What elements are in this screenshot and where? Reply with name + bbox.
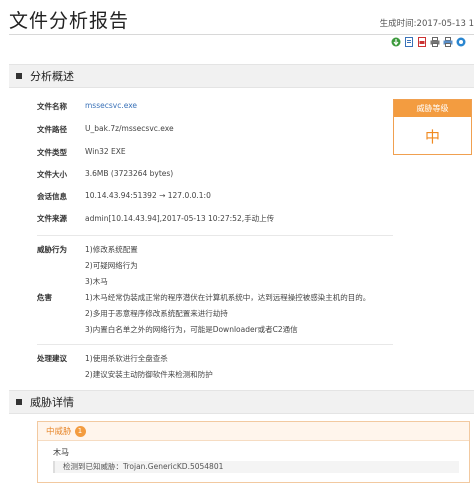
behavior-item: 3)木马 [85,277,108,286]
report-header: 文件分析报告 生成时间:2017-05-13 12:27: [0,0,474,36]
harm-label: 危害 [37,293,52,302]
source-label: 文件来源 [37,214,67,223]
print-icon[interactable] [443,37,453,47]
threat-group-label: 中威胁 [46,427,72,437]
overview-section-header[interactable]: 分析概述 [9,64,474,88]
print-icon[interactable] [430,37,440,47]
threat-group-header[interactable]: 中威胁 1 [38,422,469,441]
source-value: admin[10.14.43.94],2017-05-13 10:27:52,手… [85,214,275,223]
divider [37,344,393,345]
threat-count-badge: 1 [74,425,86,437]
file-name-link[interactable]: mssecsvc.exe [85,101,137,110]
harm-item: 1)木马经常伪装成正常的程序潜伏在计算机系统中，达到远程操控被感染主机的目的。 [85,293,371,302]
file-type-label: 文件类型 [37,148,67,157]
harm-item: 2)多用于恶意程序修改系统配置来进行劫持 [85,309,228,318]
advice-item: 1)使用杀软进行全盘查杀 [85,354,168,363]
threat-group-panel: 中威胁 1 木马 检测到已知威胁：Trojan.GenericKD.505480… [37,421,470,483]
session-value: 10.14.43.94:51392 → 127.0.0.1:0 [85,191,211,200]
help-icon[interactable] [456,37,466,47]
behavior-item: 2)可疑网络行为 [85,261,138,270]
file-name-label: 文件名称 [37,102,67,111]
section-square-icon [16,399,22,405]
divider [37,235,393,236]
export-toolbar [391,37,466,47]
title-divider [9,34,474,35]
advice-label: 处理建议 [37,354,67,363]
file-size-label: 文件大小 [37,170,67,179]
details-section-title: 威胁详情 [30,396,74,409]
threat-item-detail: 检测到已知威胁：Trojan.GenericKD.5054801 [53,461,459,473]
doc-icon[interactable] [404,37,414,47]
details-section-header[interactable]: 威胁详情 [9,390,474,414]
file-path-value: U_bak.7z/mssecsvc.exe [85,124,174,133]
harm-item: 3)内置白名单之外的网络行为，可能是Downloader或者C2通信 [85,325,298,334]
threat-level-value: 中 [424,128,440,146]
pdf-icon[interactable] [417,37,427,47]
file-path-label: 文件路径 [37,125,67,134]
generated-time: 生成时间:2017-05-13 12:27: [379,19,474,29]
threat-level-title: 威胁等级 [394,100,471,117]
download-icon[interactable] [391,37,401,47]
threat-item-name: 木马 [53,448,69,457]
overview-section-title: 分析概述 [30,70,74,83]
advice-item: 2)建议安装主动防御软件来检测和防护 [85,370,213,379]
behavior-label: 威胁行为 [37,245,67,254]
threat-level-box: 威胁等级 中 [393,99,472,155]
session-label: 会话信息 [37,192,67,201]
file-type-value: Win32 EXE [85,147,126,156]
section-square-icon [16,73,22,79]
page-title: 文件分析报告 [9,10,130,32]
behavior-item: 1)修改系统配置 [85,245,138,254]
file-size-value: 3.6MB (3723264 bytes) [85,169,174,178]
